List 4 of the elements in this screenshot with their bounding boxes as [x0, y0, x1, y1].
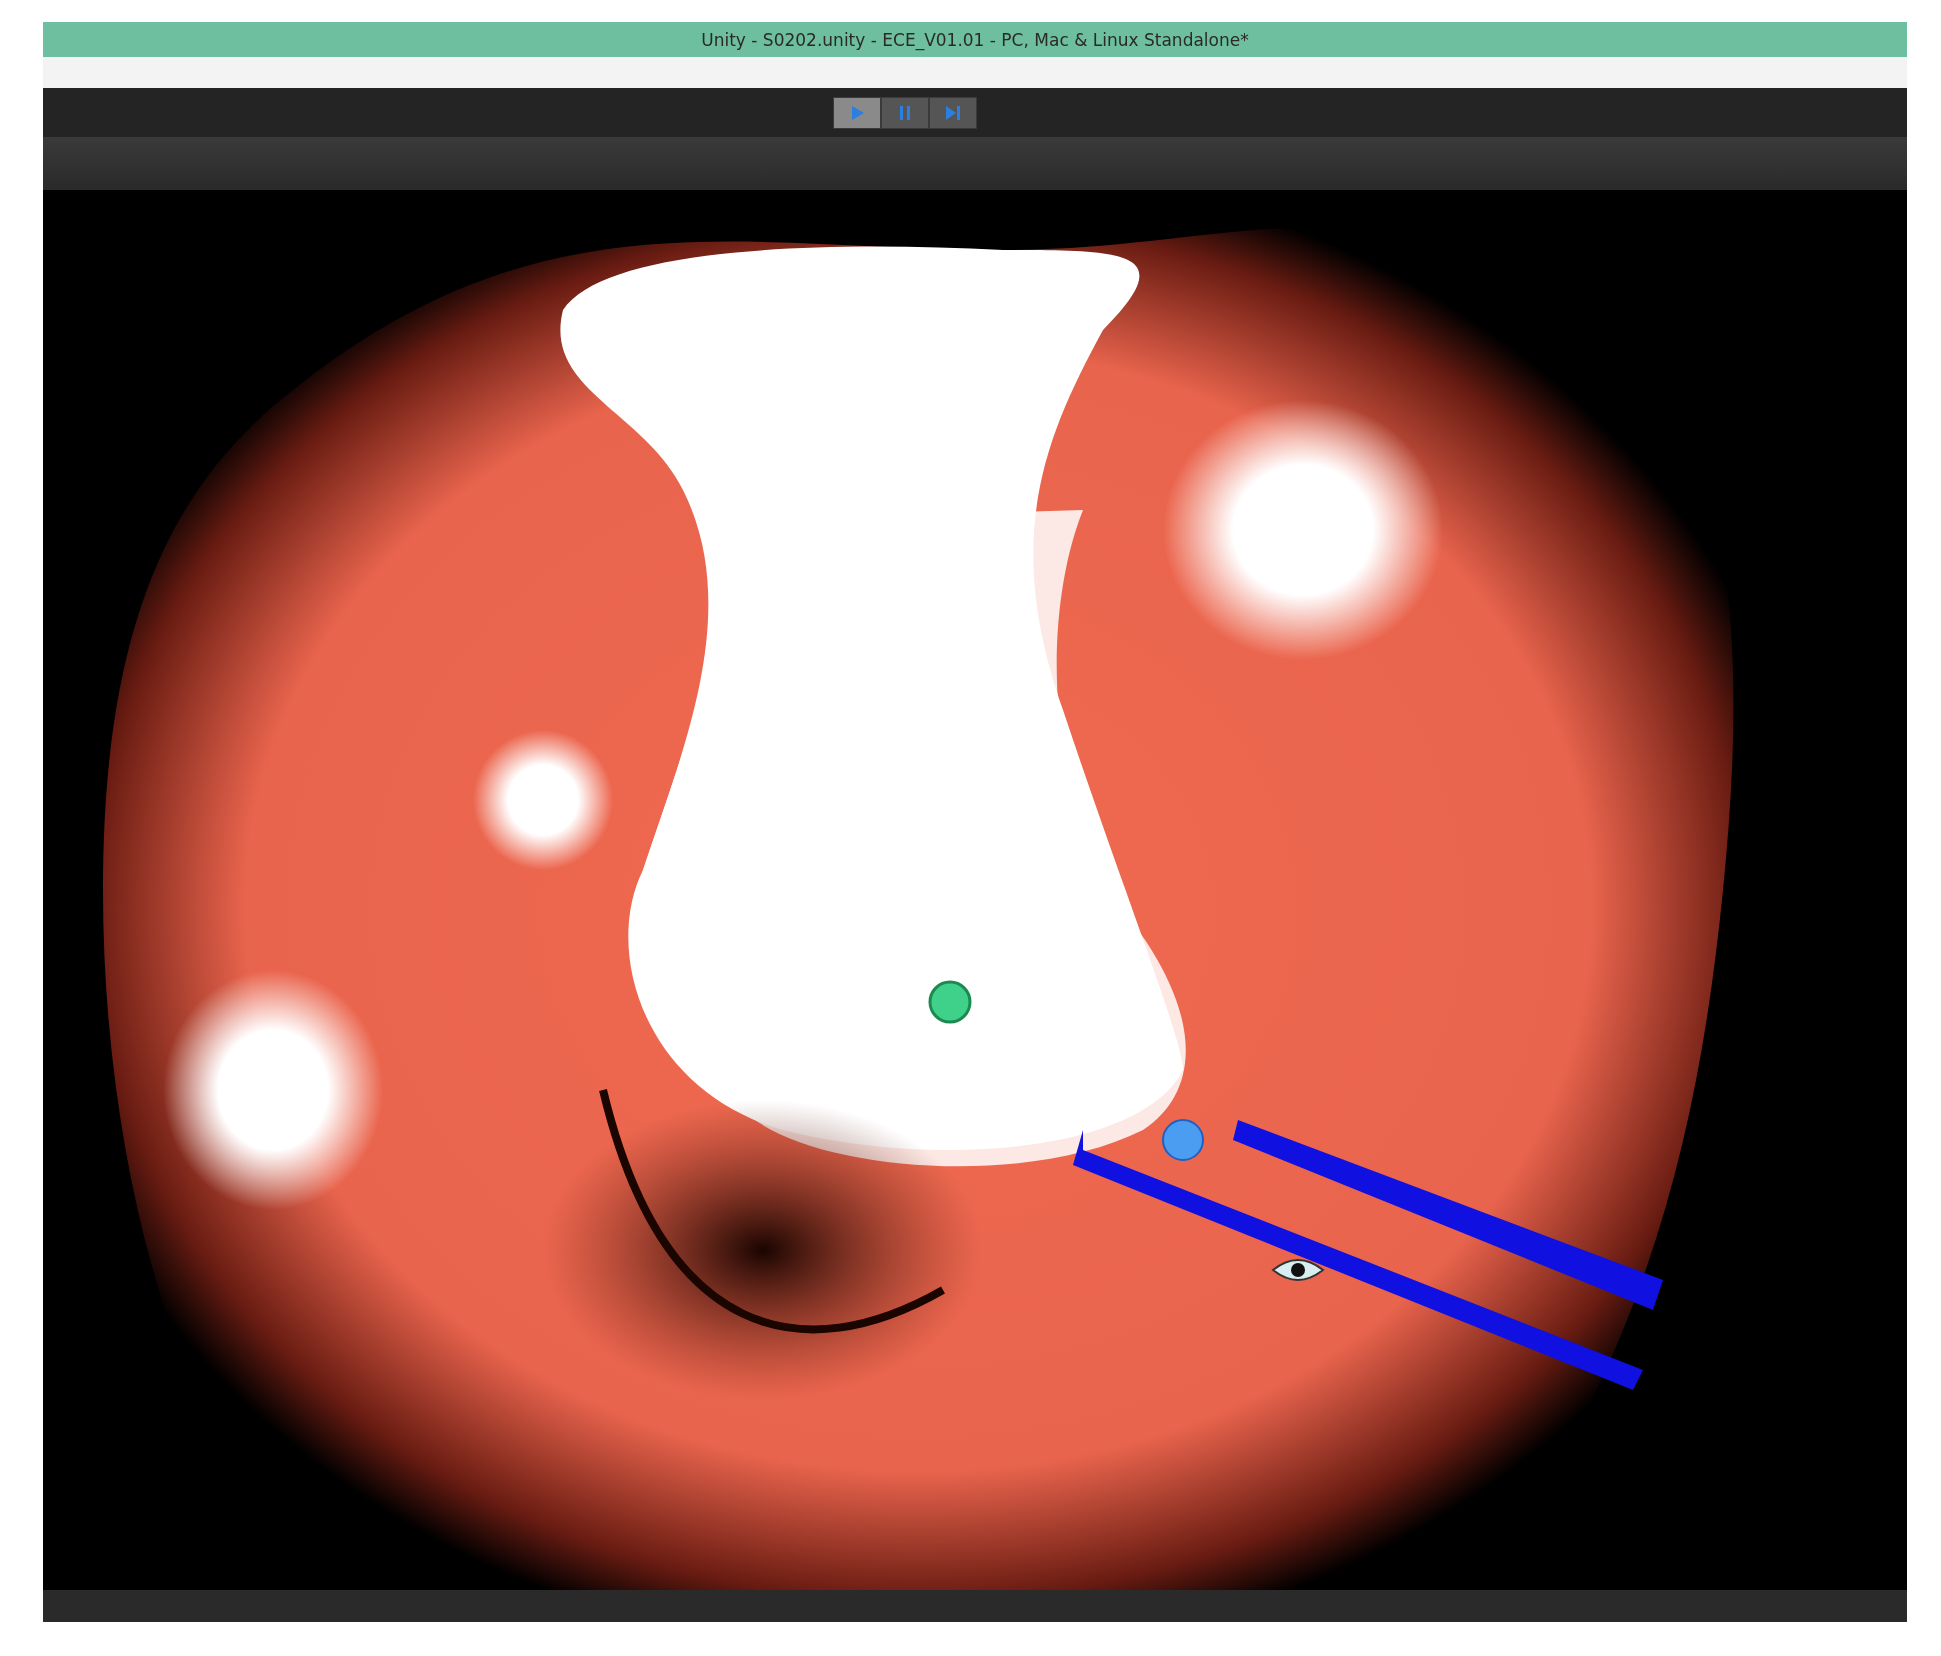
- play-button[interactable]: [833, 96, 881, 129]
- window-title: Unity - S0202.unity - ECE_V01.01 - PC, Mac & Linux Standalone*: [701, 29, 1249, 50]
- pause-button[interactable]: [881, 96, 929, 129]
- step-button[interactable]: [929, 96, 977, 129]
